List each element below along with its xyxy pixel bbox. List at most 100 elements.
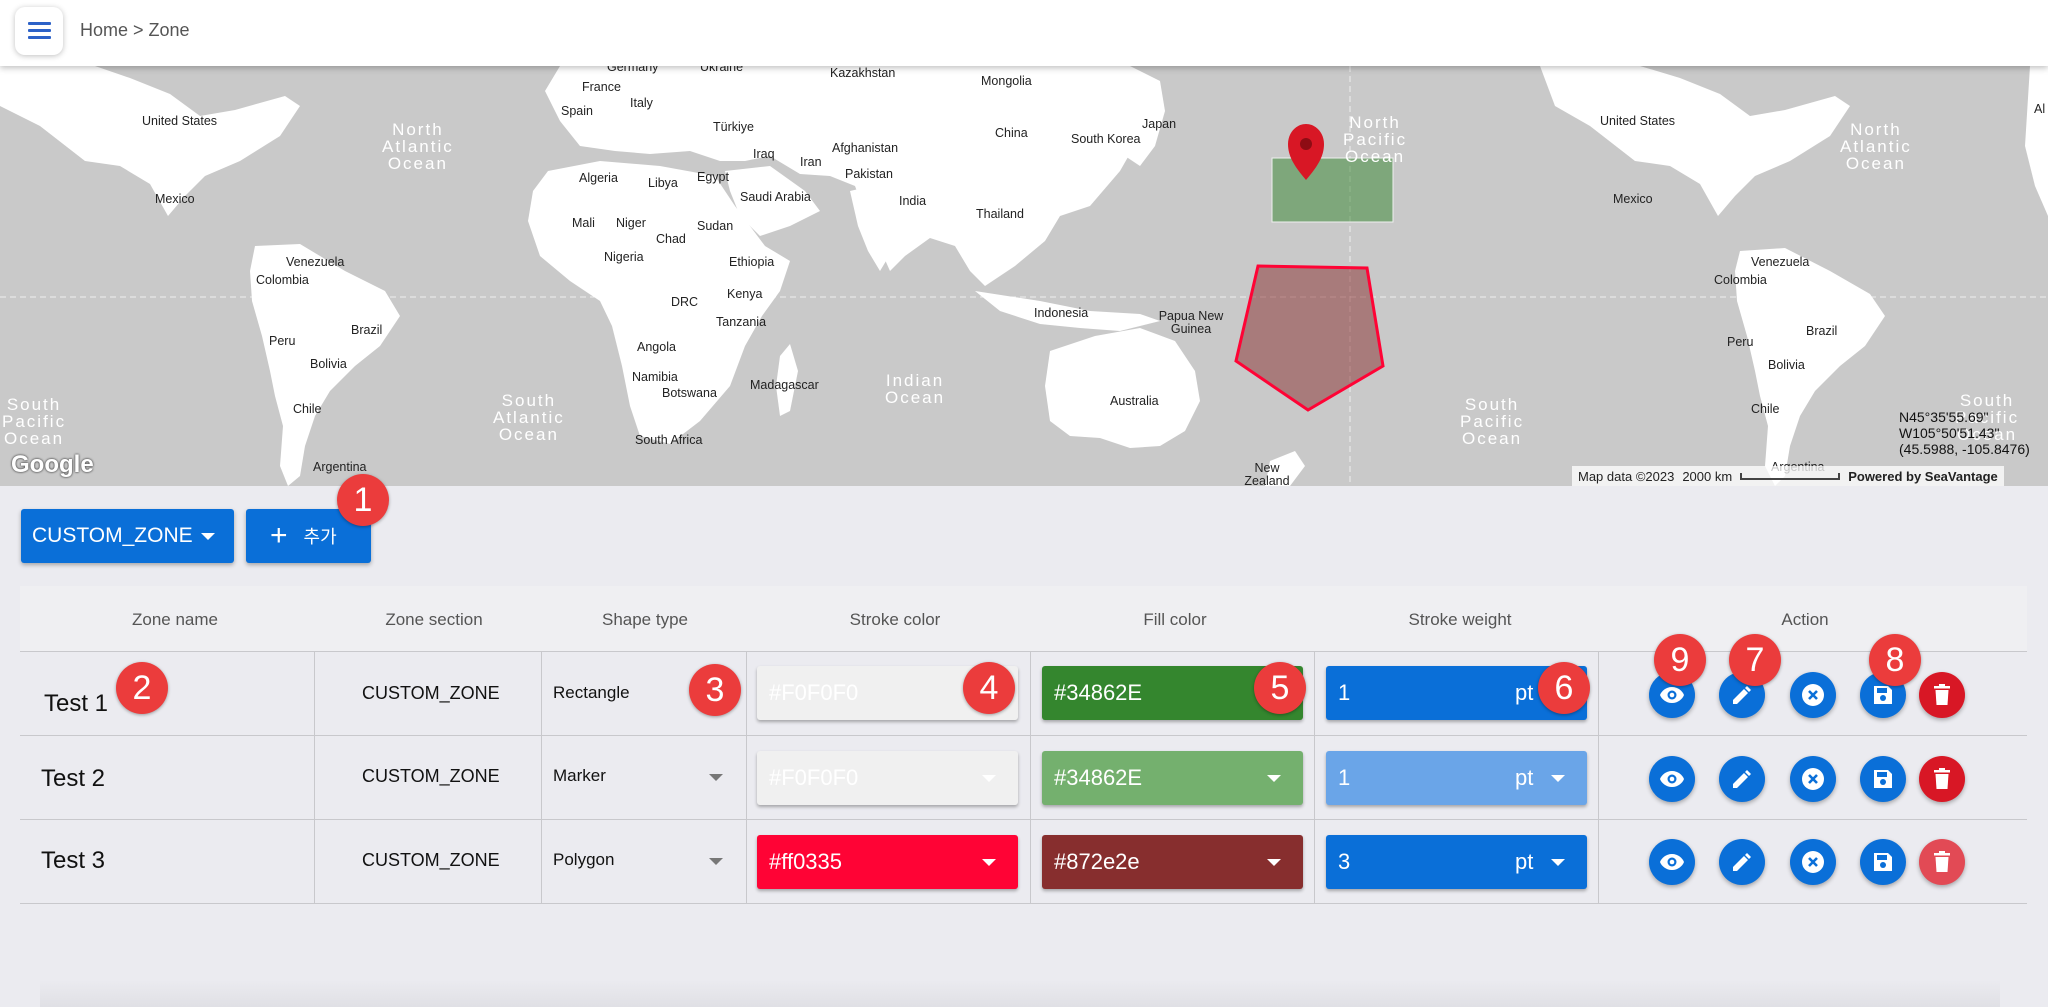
chevron-down-icon bbox=[982, 775, 996, 782]
add-zone-label: 추가 bbox=[303, 527, 337, 547]
callout-badge-5: 5 bbox=[1254, 662, 1306, 714]
chevron-down-icon bbox=[200, 532, 215, 540]
map-attribution: Map data ©2023 2000 km Powered by SeaVan… bbox=[1572, 466, 2004, 486]
menu-icon-bar bbox=[28, 36, 51, 39]
close-circle-icon bbox=[1802, 851, 1824, 873]
map-label-argentina-left: Argentina bbox=[313, 460, 367, 474]
callout-badge-2: 2 bbox=[116, 662, 168, 714]
map-label-italy: Italy bbox=[630, 96, 653, 110]
scale-text: 2000 km bbox=[1682, 468, 1733, 484]
map-view[interactable]: Germany Ukraine Kazakhstan Mongolia Fran… bbox=[0, 66, 2048, 486]
ocean-label-north-atlantic-right: North Atlantic Ocean bbox=[1840, 120, 1912, 173]
callout-badge-4: 4 bbox=[963, 662, 1015, 714]
map-label-bolivia-left: Bolivia bbox=[310, 357, 347, 371]
map-label-afghanistan: Afghanistan bbox=[832, 141, 899, 155]
zone-name-cell: Test 1 bbox=[44, 690, 109, 717]
zone-section-select-value: CUSTOM_ZONE bbox=[32, 524, 193, 547]
map-label-botswana: Botswana bbox=[662, 386, 717, 400]
save-button[interactable] bbox=[1860, 756, 1906, 802]
delete-button[interactable] bbox=[1919, 839, 1965, 885]
map-label-brazil-right: Brazil bbox=[1806, 324, 1838, 338]
pencil-icon bbox=[1733, 686, 1751, 704]
map-label-united-states-left: United States bbox=[142, 114, 218, 128]
eye-icon bbox=[1660, 771, 1684, 787]
scale-bar bbox=[1740, 472, 1841, 480]
delete-button[interactable] bbox=[1919, 672, 1965, 718]
fill-color-select[interactable]: #34862E bbox=[1042, 751, 1303, 805]
zone-section-cell: CUSTOM_ZONE bbox=[362, 683, 500, 703]
edit-button[interactable] bbox=[1719, 756, 1765, 802]
shape-type-cell: Polygon bbox=[553, 850, 615, 869]
edit-button[interactable] bbox=[1719, 839, 1765, 885]
map-label-bolivia-right: Bolivia bbox=[1768, 358, 1805, 372]
map-label-mali: Mali bbox=[572, 216, 595, 230]
save-icon bbox=[1874, 686, 1892, 704]
menu-button[interactable] bbox=[15, 7, 63, 55]
delete-button[interactable] bbox=[1919, 756, 1965, 802]
map-label-angola: Angola bbox=[637, 340, 676, 354]
stroke-weight-select[interactable]: 3 pt bbox=[1326, 835, 1587, 889]
callout-badge-6: 6 bbox=[1538, 662, 1590, 714]
cancel-button[interactable] bbox=[1790, 756, 1836, 802]
chevron-down-icon[interactable] bbox=[709, 774, 723, 781]
map-label-germany: Germany bbox=[607, 66, 659, 74]
breadcrumb[interactable]: Home > Zone bbox=[80, 20, 190, 41]
trash-icon bbox=[1934, 684, 1950, 705]
cancel-button[interactable] bbox=[1790, 839, 1836, 885]
header-action: Action bbox=[1781, 610, 1829, 629]
eye-icon bbox=[1660, 854, 1684, 870]
stroke-weight-value: 1 bbox=[1338, 680, 1351, 705]
eye-icon bbox=[1660, 687, 1684, 703]
fill-color-select[interactable]: #872e2e bbox=[1042, 835, 1303, 889]
map-label-niger: Niger bbox=[616, 216, 646, 230]
map-label-drc: DRC bbox=[671, 295, 699, 309]
map-label-chile-left: Chile bbox=[293, 402, 322, 416]
ocean-label-south-pacific-right: South Pacific Ocean bbox=[1460, 395, 1525, 448]
zone-section-cell: CUSTOM_ZONE bbox=[362, 766, 500, 786]
map-label-thailand: Thailand bbox=[976, 207, 1024, 221]
chevron-down-icon bbox=[1551, 775, 1565, 782]
table-header-row: Zone name Zone section Shape type Stroke… bbox=[20, 586, 2027, 652]
app-header: Home > Zone bbox=[0, 0, 2048, 66]
zone-polygon bbox=[1234, 264, 1385, 412]
ocean-label-north-atlantic-left: North Atlantic Ocean bbox=[382, 120, 454, 173]
chevron-down-icon[interactable] bbox=[709, 858, 723, 865]
save-button[interactable] bbox=[1860, 839, 1906, 885]
zone-name-cell: Test 2 bbox=[41, 765, 106, 792]
map-label-united-states-right: United States bbox=[1600, 114, 1676, 128]
map-label-south-korea: South Korea bbox=[1071, 132, 1141, 146]
map-label-madagascar: Madagascar bbox=[750, 378, 819, 392]
stroke-color-select[interactable]: #ff0335 bbox=[757, 835, 1018, 889]
chevron-down-icon bbox=[1267, 775, 1281, 782]
map-label-libya: Libya bbox=[648, 176, 678, 190]
map-label-south-africa: South Africa bbox=[635, 433, 703, 447]
map-label-papua-new-guinea: Papua New Guinea bbox=[1158, 309, 1224, 336]
map-label-egypt: Egypt bbox=[697, 170, 729, 184]
map-label-india: India bbox=[899, 194, 927, 208]
map-label-japan: Japan bbox=[1142, 117, 1177, 131]
callout-badge-7: 7 bbox=[1729, 634, 1781, 686]
view-button[interactable] bbox=[1649, 756, 1695, 802]
map-label-colombia-left: Colombia bbox=[256, 273, 309, 287]
map-data-text[interactable]: Map data ©2023 bbox=[1578, 469, 1674, 484]
map-label-venezuela-right: Venezuela bbox=[1751, 255, 1810, 269]
map-label-indonesia: Indonesia bbox=[1034, 306, 1089, 320]
map-label-australia: Australia bbox=[1110, 394, 1159, 408]
save-icon bbox=[1874, 770, 1892, 788]
stroke-weight-select[interactable]: 1 pt bbox=[1326, 751, 1587, 805]
zone-name-cell: Test 3 bbox=[41, 847, 106, 874]
trash-icon bbox=[1934, 851, 1950, 872]
map-label-mexico-left: Mexico bbox=[155, 192, 195, 206]
close-circle-icon bbox=[1802, 768, 1824, 790]
save-icon bbox=[1874, 853, 1892, 871]
map-label-ethiopia: Ethiopia bbox=[729, 255, 775, 269]
callout-badge-9: 9 bbox=[1654, 634, 1706, 686]
land-japan bbox=[1125, 96, 1165, 166]
stroke-weight-unit: pt bbox=[1515, 765, 1534, 790]
fill-color-value: #34862E bbox=[1054, 680, 1143, 705]
header-zone-section: Zone section bbox=[385, 610, 483, 629]
cancel-button[interactable] bbox=[1790, 672, 1836, 718]
view-button[interactable] bbox=[1649, 839, 1695, 885]
zone-section-select[interactable]: CUSTOM_ZONE bbox=[21, 509, 234, 563]
stroke-color-select[interactable]: #F0F0F0 bbox=[757, 751, 1018, 805]
